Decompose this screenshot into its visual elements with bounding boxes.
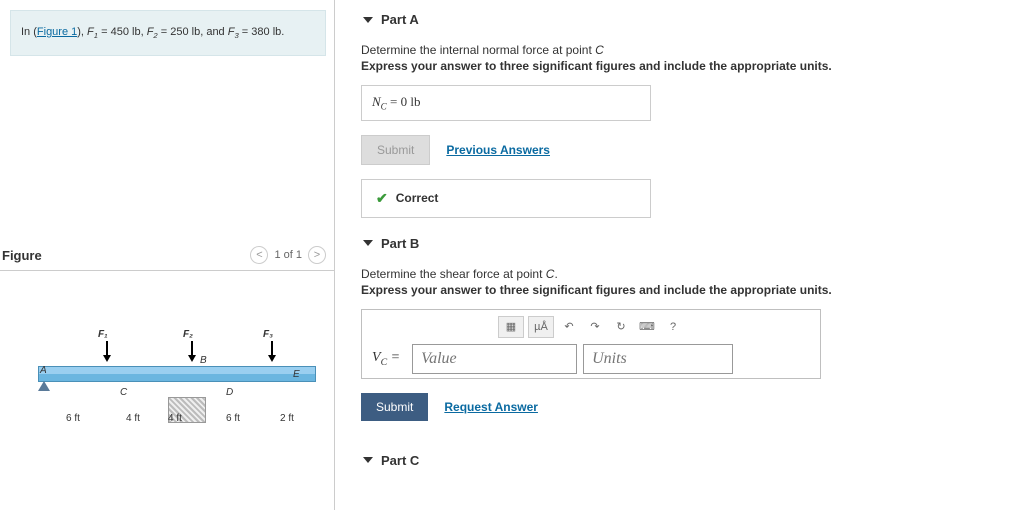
- part-c-header[interactable]: Part C: [361, 449, 1004, 472]
- part-b-var-label: VC =: [366, 350, 406, 368]
- figure-link[interactable]: Figure 1: [37, 26, 77, 38]
- point-d: D: [226, 387, 233, 398]
- dim-5: 2 ft: [280, 413, 294, 424]
- right-column: Part A Determine the internal normal for…: [335, 0, 1024, 510]
- part-b-title: Part B: [381, 236, 419, 251]
- figure-title: Figure: [2, 248, 42, 263]
- dim-2: 4 ft: [126, 413, 140, 424]
- check-icon: ✔: [376, 190, 388, 207]
- undo-icon[interactable]: ↶: [558, 316, 580, 338]
- force-label-f3: F₃: [263, 329, 273, 340]
- problem-body: ), F1 = 450 lb, F2 = 250 lb, and F3 = 38…: [77, 26, 284, 38]
- part-b: Part B Determine the shear force at poin…: [335, 232, 1024, 449]
- keyboard-icon[interactable]: ⌨: [636, 316, 658, 338]
- point-a: A: [40, 365, 47, 376]
- part-a-instructions: Express your answer to three significant…: [361, 59, 1004, 85]
- caret-down-icon: [363, 17, 373, 23]
- part-a-prompt: Determine the internal normal force at p…: [361, 31, 1004, 59]
- dim-4: 6 ft: [226, 413, 240, 424]
- reset-icon[interactable]: ↻: [610, 316, 632, 338]
- request-answer-link[interactable]: Request Answer: [444, 400, 538, 414]
- dim-1: 6 ft: [66, 413, 80, 424]
- previous-answers-link[interactable]: Previous Answers: [446, 143, 550, 157]
- part-a-submit-row: Submit Previous Answers: [361, 121, 1004, 179]
- force-label-f2: F₂: [183, 329, 193, 340]
- caret-down-icon: [363, 240, 373, 246]
- template-button[interactable]: ▦: [498, 316, 524, 338]
- figure-header: Figure < 1 of 1 >: [0, 246, 334, 271]
- units-button[interactable]: µÅ: [528, 316, 554, 338]
- answer-toolbar: ▦ µÅ ↶ ↷ ↻ ⌨ ?: [366, 314, 816, 344]
- correct-label: Correct: [396, 191, 439, 205]
- part-a-header[interactable]: Part A: [361, 8, 1004, 31]
- part-b-header[interactable]: Part B: [361, 232, 1004, 255]
- beam-body: [38, 366, 316, 382]
- part-b-submit-row: Submit Request Answer: [361, 379, 1004, 435]
- point-e: E: [293, 369, 300, 380]
- part-b-input-row: VC =: [366, 344, 816, 374]
- pager-text: 1 of 1: [274, 249, 302, 261]
- beam-diagram: F₁ F₂ F₃ A B C D E 6 ft 4 ft 4 ft 6 ft 2…: [8, 311, 326, 461]
- part-b-prompt: Determine the shear force at point C.: [361, 255, 1004, 283]
- figure-pager: < 1 of 1 >: [250, 246, 326, 264]
- units-input[interactable]: [583, 344, 733, 374]
- redo-icon[interactable]: ↷: [584, 316, 606, 338]
- value-input[interactable]: [412, 344, 577, 374]
- part-a-answer-value: 0 lb: [401, 94, 421, 109]
- part-c-title: Part C: [381, 453, 419, 468]
- dim-3: 4 ft: [168, 413, 182, 424]
- point-c: C: [120, 387, 127, 398]
- part-a-title: Part A: [381, 12, 419, 27]
- part-a: Part A Determine the internal normal for…: [335, 8, 1024, 232]
- force-label-f1: F₁: [98, 329, 108, 340]
- support-a-pin: [38, 381, 50, 391]
- pager-next-button[interactable]: >: [308, 246, 326, 264]
- part-b-input-area: ▦ µÅ ↶ ↷ ↻ ⌨ ? VC =: [361, 309, 821, 379]
- problem-statement: In (Figure 1), F1 = 450 lb, F2 = 250 lb,…: [10, 10, 326, 56]
- left-column: In (Figure 1), F1 = 450 lb, F2 = 250 lb,…: [0, 0, 335, 510]
- part-c: Part C: [335, 449, 1024, 472]
- part-a-submit-button: Submit: [361, 135, 430, 165]
- caret-down-icon: [363, 457, 373, 463]
- part-b-instructions: Express your answer to three significant…: [361, 283, 1004, 309]
- pager-prev-button[interactable]: <: [250, 246, 268, 264]
- problem-prefix: In (: [21, 26, 37, 38]
- point-b: B: [200, 355, 207, 366]
- part-a-feedback: ✔ Correct: [361, 179, 651, 218]
- part-a-answer-display: NC = 0 lb: [361, 85, 651, 121]
- help-icon[interactable]: ?: [662, 316, 684, 338]
- part-b-submit-button[interactable]: Submit: [361, 393, 428, 421]
